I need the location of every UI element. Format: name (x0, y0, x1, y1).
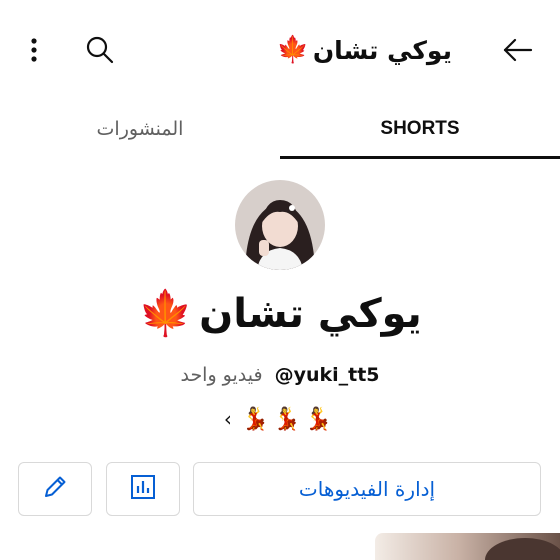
page-title: يوكي تشان 🍁 (276, 30, 452, 70)
channel-name-text: يوكي تشان (199, 291, 422, 337)
tab-shorts[interactable]: SHORTS (280, 100, 560, 158)
channel-meta: فيديو واحد @yuki_tt5 (0, 360, 560, 390)
top-app-bar: يوكي تشان 🍁 (0, 24, 560, 76)
channel-description[interactable]: ‹ 💃💃💃 (0, 402, 560, 436)
video-count: فيديو واحد (180, 364, 263, 386)
avatar[interactable] (235, 180, 325, 270)
maple-leaf-icon: 🍁 (276, 35, 309, 65)
active-tab-indicator (280, 156, 560, 159)
short-thumbnail[interactable] (375, 533, 560, 560)
manage-videos-button[interactable]: إدارة الفيديوهات (193, 462, 541, 516)
channel-name: يوكي تشان 🍁 (0, 284, 560, 344)
search-icon[interactable] (80, 30, 120, 70)
page-title-text: يوكي تشان (312, 35, 452, 65)
back-arrow-icon[interactable] (496, 30, 540, 70)
channel-handle: @yuki_tt5 (274, 364, 380, 386)
analytics-icon (129, 473, 157, 505)
more-options-icon[interactable] (18, 32, 50, 68)
maple-leaf-icon: 🍁 (138, 288, 194, 339)
edit-channel-button[interactable] (18, 462, 92, 516)
description-emojis: 💃💃💃 (241, 406, 337, 432)
analytics-button[interactable] (106, 462, 180, 516)
tab-bar: المنشورات SHORTS (0, 100, 560, 162)
tab-posts[interactable]: المنشورات (0, 100, 280, 158)
pencil-icon (41, 473, 69, 505)
chevron-left-icon[interactable]: ‹ (224, 407, 232, 431)
